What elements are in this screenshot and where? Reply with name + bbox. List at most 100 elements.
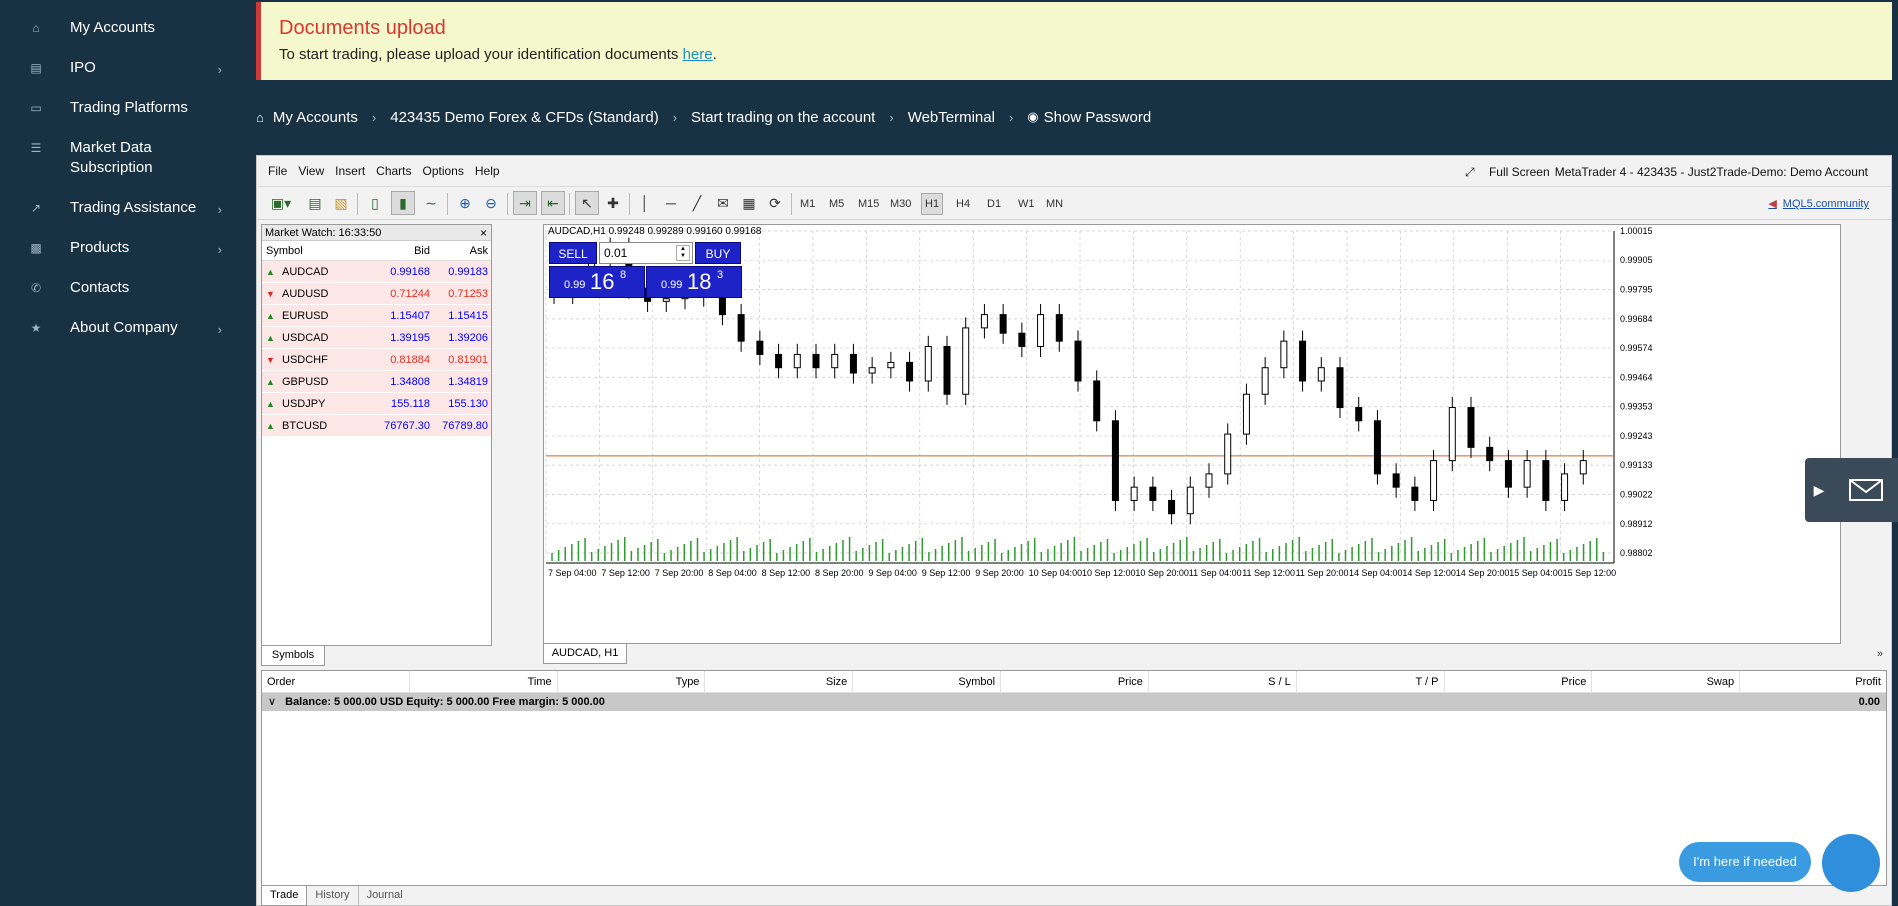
timeframe-h1[interactable]: H1 <box>921 193 944 215</box>
menu-view[interactable]: View <box>298 164 324 178</box>
market-watch-row[interactable]: ▲ USDCAD 1.39195 1.39206 <box>262 327 491 349</box>
market-watch-row[interactable]: ▲ EURUSD 1.15407 1.15415 <box>262 305 491 327</box>
breadcrumb-my-accounts[interactable]: My Accounts <box>273 109 358 126</box>
sidebar-item-products[interactable]: ▩ Products › <box>0 232 250 272</box>
menu-options[interactable]: Options <box>423 164 464 178</box>
x-tick-label: 11 Sep 12:00 <box>1242 568 1295 578</box>
trendline-icon[interactable]: ╱ <box>685 191 709 215</box>
column-symbol[interactable]: Symbol <box>262 241 368 260</box>
buy-price[interactable]: 0.99 18 3 <box>646 266 742 298</box>
close-icon[interactable]: × <box>480 225 487 241</box>
new-order-icon[interactable]: ▤ <box>303 191 327 215</box>
column-swap[interactable]: Swap <box>1592 671 1741 692</box>
chat-bubble[interactable]: I'm here if needed <box>1679 842 1811 882</box>
arrow-up-icon: ▲ <box>266 420 275 431</box>
more-charts-icon[interactable]: » <box>1877 648 1883 660</box>
breadcrumb-start-trading[interactable]: Start trading on the account <box>691 109 875 126</box>
column-sl[interactable]: S / L <box>1149 671 1297 692</box>
play-icon[interactable]: ▶ <box>1805 458 1833 522</box>
breadcrumb-account[interactable]: 423435 Demo Forex & CFDs (Standard) <box>390 109 658 126</box>
menu-file[interactable]: File <box>268 164 287 178</box>
text-label-icon[interactable]: ✉ <box>711 191 735 215</box>
timeframe-mn[interactable]: MN <box>1043 193 1066 215</box>
sidebar-item-contacts[interactable]: ✆ Contacts <box>0 272 250 312</box>
profiles-icon[interactable]: ▧ <box>329 191 353 215</box>
market-watch-row[interactable]: ▼ USDCHF 0.81884 0.81901 <box>262 349 491 371</box>
timeframe-d1[interactable]: D1 <box>984 193 1004 215</box>
tab-journal[interactable]: Journal <box>357 886 411 906</box>
tab-history[interactable]: History <box>307 886 357 906</box>
collapse-icon[interactable]: ∨ <box>268 696 276 708</box>
sidebar-item-trading-platforms[interactable]: ▭ Trading Platforms <box>0 92 250 132</box>
balance-row[interactable]: ∨ Balance: 5 000.00 USD Equity: 5 000.00… <box>262 693 1886 711</box>
sidebar-item-trading-assistance[interactable]: ↗ Trading Assistance › <box>0 192 250 232</box>
market-watch-row[interactable]: ▼ AUDUSD 0.71244 0.71253 <box>262 283 491 305</box>
market-watch-row[interactable]: ▲ USDJPY 155.118 155.130 <box>262 393 491 415</box>
sell-button[interactable]: SELL <box>549 242 597 264</box>
market-watch-row[interactable]: ▲ GBPUSD 1.34808 1.34819 <box>262 371 491 393</box>
column-tp[interactable]: T / P <box>1297 671 1445 692</box>
tab-trade[interactable]: Trade <box>261 886 308 906</box>
column-ask[interactable]: Ask <box>432 241 491 260</box>
y-tick-label: 1.00015 <box>1620 226 1653 236</box>
fibonacci-icon[interactable]: ▦ <box>737 191 761 215</box>
candle-body <box>849 353 857 374</box>
new-chart-icon[interactable]: ▣▾ <box>265 191 297 215</box>
tab-symbols[interactable]: Symbols <box>261 646 325 666</box>
column-bid[interactable]: Bid <box>368 241 432 260</box>
timeframe-h4[interactable]: H4 <box>953 193 973 215</box>
menu-help[interactable]: Help <box>475 164 500 178</box>
cursor-icon[interactable]: ↖ <box>575 191 599 215</box>
breadcrumb-webterminal[interactable]: WebTerminal <box>908 109 995 126</box>
lot-size-value: 0.01 <box>604 246 628 260</box>
crosshair-icon[interactable]: ✚ <box>601 191 625 215</box>
chart-window[interactable]: 1.00015 0.99905 0.99795 0.99684 0.99574 0.994… <box>543 224 1841 644</box>
zoom-out-icon[interactable]: ⊖ <box>479 191 503 215</box>
buy-button[interactable]: BUY <box>695 242 741 264</box>
web-terminal: File View Insert Charts Options Help ⤢ F… <box>256 155 1892 906</box>
show-password-link[interactable]: Show Password <box>1044 109 1152 126</box>
sidebar-item-market-data[interactable]: ☰ Market Data Subscription <box>0 132 250 192</box>
chat-button[interactable] <box>1822 834 1880 892</box>
tab-chart-audcad[interactable]: AUDCAD, H1 <box>543 644 627 664</box>
full-screen-button[interactable]: ⤢ Full Screen <box>1465 165 1561 180</box>
timeframe-m5[interactable]: M5 <box>826 193 847 215</box>
bar-chart-icon[interactable]: ▯ <box>363 191 387 215</box>
timeframe-m30[interactable]: M30 <box>887 193 914 215</box>
autoscroll-icon[interactable]: ⇥ <box>513 191 537 215</box>
mail-icon[interactable] <box>1833 458 1898 522</box>
candlestick-icon[interactable]: ▮ <box>391 191 415 215</box>
vertical-line-icon[interactable]: │ <box>633 191 657 215</box>
mql5-community-link[interactable]: ◀ MQL5.community <box>1768 197 1869 210</box>
column-order[interactable]: Order <box>262 671 410 692</box>
timeframe-m1[interactable]: M1 <box>797 193 818 215</box>
menu-charts[interactable]: Charts <box>376 164 411 178</box>
market-watch-row[interactable]: ▲ AUDCAD 0.99168 0.99183 <box>262 261 491 283</box>
horizontal-line-icon[interactable]: ─ <box>659 191 683 215</box>
column-size[interactable]: Size <box>705 671 854 692</box>
upload-link[interactable]: here <box>683 46 713 63</box>
chart-shift-icon[interactable]: ⇤ <box>541 191 565 215</box>
timeframe-m15[interactable]: M15 <box>855 193 882 215</box>
lot-size-input[interactable]: 0.01 ▲ ▼ <box>599 242 693 264</box>
market-watch-row[interactable]: ▲ BTCUSD 76767.30 76789.80 <box>262 415 491 437</box>
sell-price[interactable]: 0.99 16 8 <box>549 266 645 298</box>
zoom-in-icon[interactable]: ⊕ <box>453 191 477 215</box>
sidebar-item-my-accounts[interactable]: ⌂ My Accounts <box>0 12 250 52</box>
sidebar-item-about-company[interactable]: ★ About Company › <box>0 312 250 352</box>
column-symbol[interactable]: Symbol <box>853 671 1002 692</box>
menu-bar: File View Insert Charts Options Help ⤢ F… <box>257 156 1891 186</box>
column-time[interactable]: Time <box>410 671 558 692</box>
spinner-icon[interactable]: ▲ ▼ <box>676 245 690 261</box>
column-current-price[interactable]: Price <box>1445 671 1593 692</box>
menu-insert[interactable]: Insert <box>335 164 365 178</box>
column-price[interactable]: Price <box>1001 671 1149 692</box>
timeframe-w1[interactable]: W1 <box>1015 193 1038 215</box>
candle-body <box>1579 460 1587 475</box>
line-chart-icon[interactable]: ∼ <box>419 191 443 215</box>
column-type[interactable]: Type <box>558 671 706 692</box>
candle-body <box>1373 420 1381 475</box>
sidebar-item-ipo[interactable]: ▤ IPO › <box>0 52 250 92</box>
column-profit[interactable]: Profit <box>1740 671 1886 692</box>
elliott-icon[interactable]: ⟳ <box>763 191 787 215</box>
